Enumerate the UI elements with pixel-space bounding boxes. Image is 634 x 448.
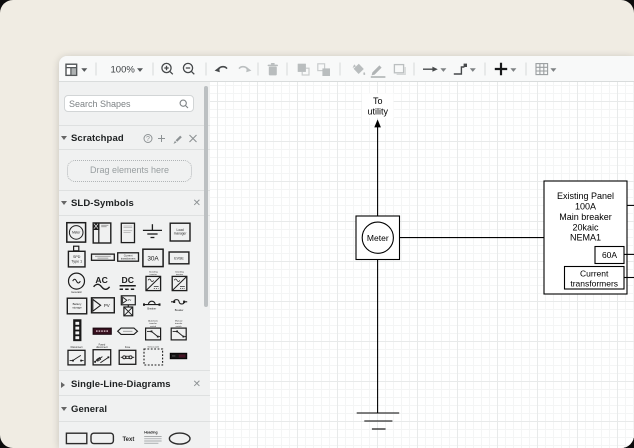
svg-text:inverter: inverter [150, 273, 158, 276]
svg-text:transformers: transformers [570, 279, 618, 289]
svg-text:NEMA1: NEMA1 [570, 233, 601, 243]
svg-text:100%: 100% [111, 65, 136, 76]
svg-text:Current: Current [580, 268, 609, 278]
svg-text:Service point: Service point [148, 346, 160, 349]
svg-text:Text: Text [122, 437, 134, 443]
svg-text:transformers: transformers [121, 257, 136, 261]
svg-text:Generator: Generator [71, 291, 82, 294]
svg-text:DC: DC [121, 275, 133, 285]
svg-text:Heading: Heading [144, 431, 157, 435]
svg-text:Breaker: Breaker [147, 308, 156, 311]
svg-text:SPD: SPD [73, 255, 81, 259]
svg-text:EVSE: EVSE [174, 257, 184, 261]
svg-text:100A: 100A [575, 202, 596, 212]
svg-text:transfer: transfer [175, 322, 183, 325]
svg-text:Automatic: Automatic [148, 320, 159, 323]
svg-text:PV: PV [104, 303, 110, 308]
svg-text:transfer: transfer [149, 322, 157, 325]
svg-text:Disconnect: Disconnect [71, 346, 83, 349]
svg-text:switch: switch [150, 325, 157, 328]
svg-text:Breaker: Breaker [175, 309, 184, 312]
svg-text:60A: 60A [602, 250, 617, 260]
svg-text:?: ? [146, 136, 150, 143]
svg-text:20kaic: 20kaic [572, 223, 599, 233]
svg-text:AC: AC [95, 275, 107, 285]
svg-text:30A: 30A [147, 256, 159, 263]
svg-text:disconnect: disconnect [96, 346, 108, 349]
svg-text:Fuse: Fuse [125, 346, 131, 349]
svg-text:utility: utility [367, 107, 388, 117]
svg-text:Meter: Meter [367, 233, 389, 243]
svg-text:switch: switch [176, 325, 183, 328]
svg-text:manager: manager [174, 232, 188, 236]
svg-text:storage: storage [72, 306, 82, 310]
svg-text:To: To [373, 96, 383, 106]
svg-text:Existing Panel: Existing Panel [557, 191, 614, 201]
svg-text:Type 1: Type 1 [71, 259, 82, 263]
svg-text:PV: PV [128, 298, 132, 302]
svg-text:inverter: inverter [176, 273, 184, 276]
svg-text:Meter: Meter [72, 231, 81, 235]
svg-text:Main breaker: Main breaker [559, 212, 612, 222]
